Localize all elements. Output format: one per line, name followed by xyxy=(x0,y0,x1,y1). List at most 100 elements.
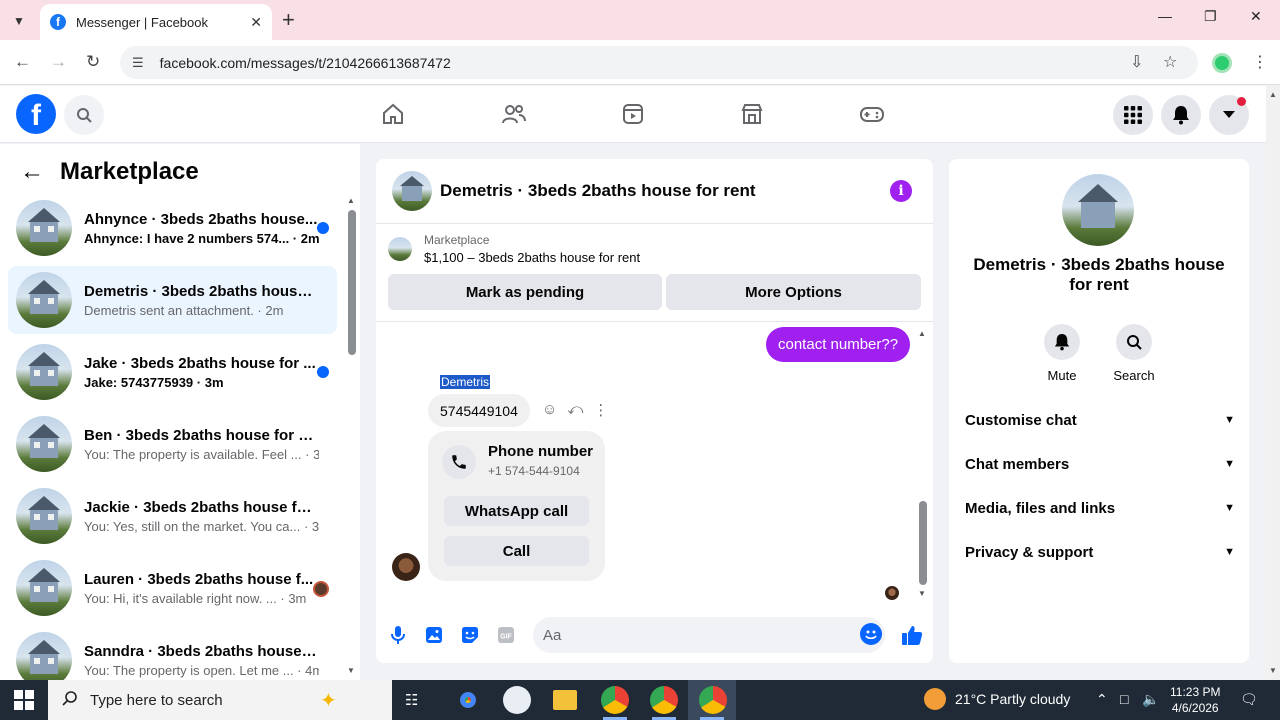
weather-icon[interactable] xyxy=(924,688,946,710)
chrome-icon[interactable] xyxy=(601,686,629,714)
media-files-links-row[interactable]: Media, files and links ▼ xyxy=(965,496,1235,520)
like-thumbs-up-icon[interactable] xyxy=(900,623,924,647)
browser-menu-icon[interactable]: ⋮ xyxy=(1252,52,1268,72)
video-icon[interactable] xyxy=(619,100,647,128)
outgoing-message[interactable]: contact number?? xyxy=(766,327,911,362)
browser-tab-messenger[interactable]: f Messenger | Facebook ✕ xyxy=(40,4,272,40)
tray-chevron-up-icon[interactable]: ⌃ xyxy=(1096,691,1108,708)
microphone-icon[interactable] xyxy=(388,625,408,645)
conversation-item-active[interactable]: Demetris · 3beds 2baths house f... Demet… xyxy=(8,266,337,334)
profile-name: Demetris · 3beds 2baths house for rent xyxy=(973,255,1225,294)
network-icon[interactable]: □ xyxy=(1120,691,1128,707)
marketplace-listing-row[interactable]: Marketplace $1,100 – 3beds 2baths house … xyxy=(388,233,640,265)
minimize-icon[interactable]: — xyxy=(1158,8,1172,24)
scroll-up-icon[interactable]: ▲ xyxy=(918,329,926,338)
conversation-preview: Ahnynce: I have 2 numbers 574... · 2m xyxy=(84,230,319,246)
seen-avatar xyxy=(313,581,329,597)
emoji-icon[interactable] xyxy=(860,623,882,645)
more-options-button[interactable]: More Options xyxy=(666,274,921,310)
facebook-search-icon[interactable] xyxy=(64,95,104,135)
chrome-icon[interactable] xyxy=(650,686,678,714)
conversation-item[interactable]: Lauren · 3beds 2baths house f... You: Hi… xyxy=(8,554,337,622)
reply-icon[interactable]: ⤺ xyxy=(567,401,583,419)
home-icon[interactable] xyxy=(379,100,407,128)
react-emoji-icon[interactable]: ☺ xyxy=(542,401,557,419)
call-button[interactable]: Call xyxy=(444,536,589,566)
tab-close-icon[interactable]: ✕ xyxy=(250,14,262,31)
message-input[interactable]: Aa xyxy=(533,617,885,653)
back-arrow-icon[interactable]: ← xyxy=(14,52,31,72)
address-bar[interactable]: ☰ facebook.com/messages/t/21042666136874… xyxy=(120,46,1198,79)
app-icon[interactable] xyxy=(503,686,531,714)
scroll-down-icon[interactable]: ▼ xyxy=(347,666,355,675)
scroll-up-icon[interactable]: ▲ xyxy=(347,196,355,205)
section-label: Privacy & support xyxy=(965,543,1094,561)
conversation-info-icon[interactable]: i xyxy=(890,180,912,202)
conversation-item[interactable]: Ahnynce · 3beds 2baths house... Ahnynce:… xyxy=(8,194,337,262)
gaming-icon[interactable] xyxy=(858,100,886,128)
restore-icon[interactable]: ❐ xyxy=(1204,8,1217,25)
notification-center-icon[interactable]: 🗨 xyxy=(1240,691,1258,708)
bookmark-star-icon[interactable]: ☆ xyxy=(1163,52,1177,72)
task-view-icon[interactable]: ☷ xyxy=(405,691,418,709)
taskbar-search[interactable]: Type here to search ✦ xyxy=(48,680,392,720)
sticker-icon[interactable] xyxy=(460,625,480,645)
window-close-icon[interactable]: ✕ xyxy=(1250,8,1262,25)
photo-icon[interactable] xyxy=(424,625,444,645)
facebook-header: f xyxy=(0,86,1266,143)
incoming-message[interactable]: 5745449104 xyxy=(428,394,530,427)
menu-grid-icon[interactable] xyxy=(1113,95,1153,135)
page-scrollbar[interactable]: ▲ ▼ xyxy=(1266,86,1280,680)
conversation-item[interactable]: Sanndra · 3beds 2baths house f... You: T… xyxy=(8,626,337,680)
scroll-down-icon[interactable]: ▼ xyxy=(918,589,926,598)
conversation-item[interactable]: Jackie · 3beds 2baths house for ... You:… xyxy=(8,482,337,550)
browser-profile-avatar[interactable] xyxy=(1212,53,1232,73)
install-app-icon[interactable]: ⇩ xyxy=(1130,52,1143,72)
sender-avatar[interactable] xyxy=(392,553,420,581)
scroll-up-icon[interactable]: ▲ xyxy=(1269,90,1277,99)
conversation-item[interactable]: Ben · 3beds 2baths house for rent You: T… xyxy=(8,410,337,478)
conversation-item[interactable]: Jake · 3beds 2baths house for ... Jake: … xyxy=(8,338,337,406)
house-avatar[interactable] xyxy=(392,171,432,211)
facebook-logo-icon[interactable]: f xyxy=(16,94,56,134)
chat-members-row[interactable]: Chat members ▼ xyxy=(965,452,1235,476)
notifications-bell-icon[interactable] xyxy=(1161,95,1201,135)
conversation-name: Ben · 3beds 2baths house for rent xyxy=(84,426,319,444)
chrome-active-icon[interactable] xyxy=(699,686,727,714)
search-conversation-button[interactable]: Search xyxy=(1104,324,1164,383)
scroll-down-icon[interactable]: ▼ xyxy=(1269,666,1277,675)
volume-icon[interactable]: 🔈 xyxy=(1142,691,1159,708)
conversation-name: Jake · 3beds 2baths house for ... xyxy=(84,354,316,372)
system-clock[interactable]: 11:23 PM 4/6/2026 xyxy=(1170,684,1220,716)
site-info-icon[interactable]: ☰ xyxy=(132,55,144,71)
mute-button[interactable]: Mute xyxy=(1032,324,1092,383)
marketplace-icon[interactable] xyxy=(738,100,766,128)
scrollbar-thumb[interactable] xyxy=(348,210,356,355)
customise-chat-row[interactable]: Customise chat ▼ xyxy=(965,408,1235,432)
reload-icon[interactable]: ↻ xyxy=(86,52,100,72)
windows-taskbar: Type here to search ✦ ☷ 21°C Partly clou… xyxy=(0,680,1280,720)
back-arrow-icon[interactable]: ← xyxy=(20,158,44,186)
chrome-profile-u-icon[interactable] xyxy=(454,686,482,714)
weather-text[interactable]: 21°C Partly cloudy xyxy=(955,691,1070,707)
forward-arrow-icon[interactable]: → xyxy=(50,52,67,72)
friends-icon[interactable] xyxy=(499,100,527,128)
mark-as-pending-button[interactable]: Mark as pending xyxy=(388,274,662,310)
windows-start-icon[interactable] xyxy=(14,690,34,710)
clock-date: 4/6/2026 xyxy=(1171,701,1219,715)
more-vertical-icon[interactable]: ⋮ xyxy=(593,401,608,419)
chevron-down-icon: ▼ xyxy=(1224,502,1235,514)
whatsapp-call-button[interactable]: WhatsApp call xyxy=(444,496,589,526)
profile-house-avatar[interactable] xyxy=(1062,174,1134,246)
chat-title[interactable]: Demetris · 3beds 2baths house for rent xyxy=(440,181,756,201)
tab-list-chevron-icon[interactable]: ▼ xyxy=(8,10,30,32)
sidebar-scrollbar[interactable]: ▲ ▼ xyxy=(347,196,357,680)
file-explorer-icon[interactable] xyxy=(553,690,577,710)
privacy-support-row[interactable]: Privacy & support ▼ xyxy=(965,540,1235,564)
gif-icon[interactable]: GIF xyxy=(496,625,516,645)
house-avatar xyxy=(16,272,72,328)
conversation-preview: You: The property is open. Let me ... · … xyxy=(84,662,319,678)
scrollbar-thumb[interactable] xyxy=(919,501,927,585)
new-tab-plus-icon[interactable]: + xyxy=(282,8,295,32)
chat-scrollbar[interactable]: ▲ ▼ xyxy=(918,329,928,599)
